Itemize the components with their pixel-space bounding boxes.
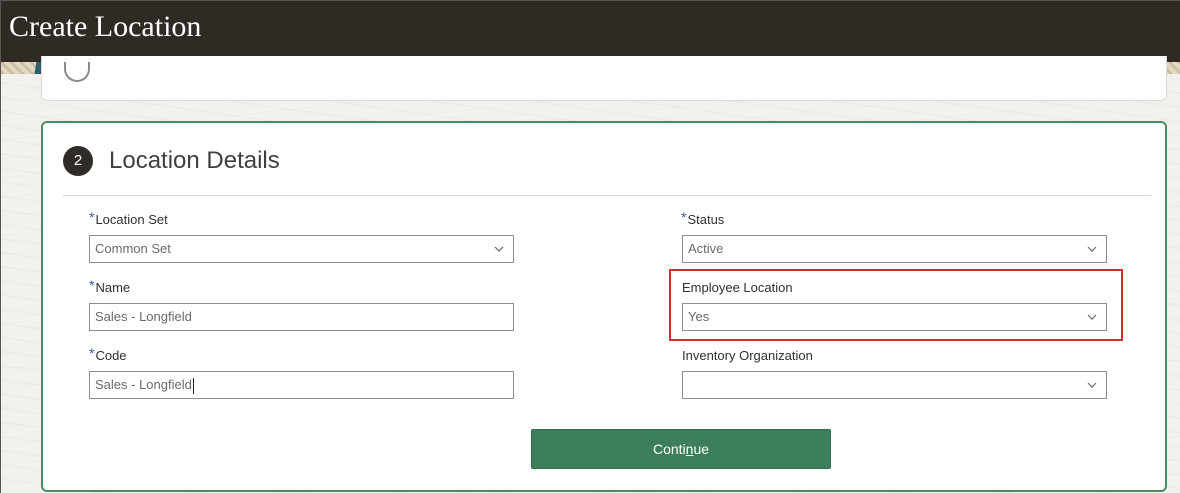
previous-section-card[interactable] (41, 56, 1167, 101)
continue-button[interactable]: Continue (531, 429, 831, 469)
chevron-down-icon (1087, 246, 1097, 252)
annotation-highlight (669, 269, 1123, 341)
location-set-select[interactable]: Common Set (89, 235, 514, 263)
page-header: Create Location (1, 1, 1180, 62)
name-input[interactable]: Sales - Longfield (89, 303, 514, 331)
location-set-label: *Location Set (89, 209, 168, 227)
inventory-organization-select[interactable] (682, 371, 1107, 399)
name-label: *Name (89, 277, 131, 295)
code-label: *Code (89, 345, 127, 363)
required-marker: * (89, 209, 95, 225)
required-marker: * (89, 277, 95, 293)
inventory-organization-label: Inventory Organization (682, 348, 813, 363)
section-divider (63, 195, 1151, 196)
status-value: Active (688, 241, 724, 256)
location-set-value: Common Set (95, 241, 171, 256)
required-marker: * (89, 345, 95, 361)
text-caret (192, 377, 194, 394)
previous-step-badge (64, 62, 90, 82)
required-marker: * (681, 209, 687, 225)
status-select[interactable]: Active (682, 235, 1107, 263)
chevron-down-icon (1087, 382, 1097, 388)
status-label: *Status (681, 209, 725, 227)
page-title: Create Location (9, 10, 202, 43)
name-value: Sales - Longfield (95, 309, 192, 324)
code-value: Sales - Longfield (95, 377, 192, 392)
step-number-badge: 2 (63, 146, 93, 176)
section-title: Location Details (109, 147, 280, 174)
chevron-down-icon (494, 246, 504, 252)
code-input[interactable]: Sales - Longfield (89, 371, 514, 399)
